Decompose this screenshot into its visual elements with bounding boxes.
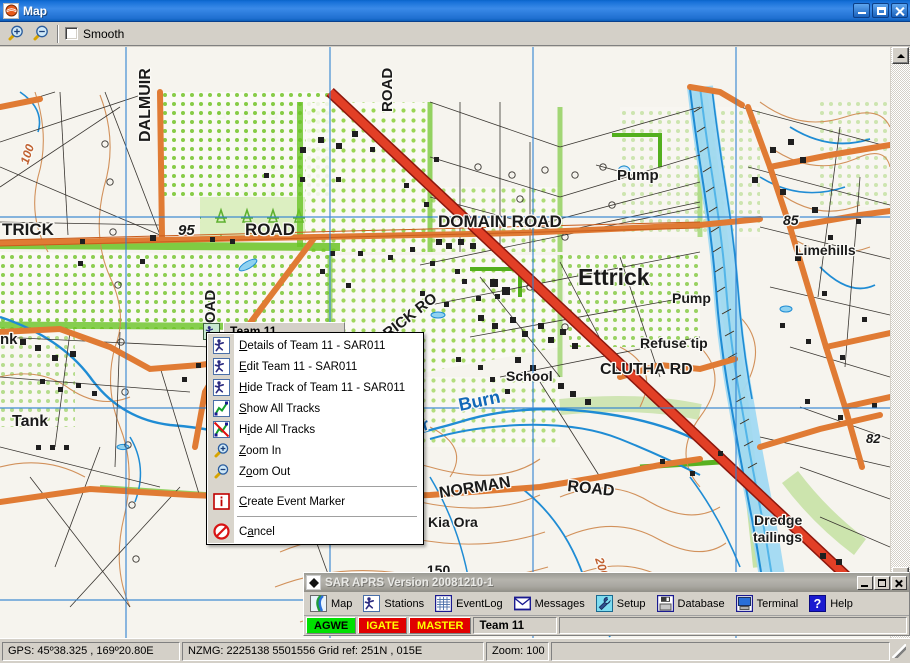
messages-icon — [513, 595, 532, 612]
magnifier-minus-icon[interactable] — [29, 23, 51, 44]
smooth-label: Smooth — [83, 26, 125, 41]
aprs-toolbar-label: Stations — [384, 597, 425, 610]
toolbar-separator — [57, 24, 59, 43]
info-icon — [209, 492, 233, 511]
aprs-status-row: AGWE IGATE MASTER Team 11 — [304, 616, 909, 635]
aprs-toolbar-database[interactable]: Database — [656, 594, 725, 613]
status-spare — [551, 641, 890, 661]
aprs-toolbar-eventlog[interactable]: EventLog — [434, 594, 503, 613]
menu-item[interactable]: Hide Track of Team 11 - SAR011 — [207, 377, 423, 398]
status-nzmg: NZMG: 2225138 5501556 Grid ref: 251N , 0… — [182, 641, 484, 661]
menu-separator — [207, 512, 423, 521]
smooth-checkbox-wrap[interactable]: Smooth — [65, 27, 124, 41]
resize-grip-icon[interactable] — [892, 644, 906, 658]
help-icon: ? — [809, 595, 827, 612]
menu-item[interactable]: Hide All Tracks — [207, 419, 423, 440]
aprs-toolbar-label: Terminal — [756, 597, 799, 610]
status-badge-igate[interactable]: IGATE — [358, 617, 408, 634]
menu-item-label: Zoom Out — [239, 465, 291, 478]
runner-icon — [209, 378, 233, 397]
menu-item[interactable]: Zoom Out — [207, 461, 423, 482]
aprs-toolbar-setup[interactable]: Setup — [595, 595, 646, 612]
aprs-toolbar-label: Messages — [534, 597, 585, 610]
runner-icon — [209, 357, 233, 376]
map-toolbar: Smooth — [0, 22, 910, 46]
magnifier-plus-icon[interactable] — [4, 23, 26, 44]
menu-item-label: Cancel — [239, 525, 275, 538]
aprs-toolbar: Map Stations EventLog Messages Setup Dat… — [304, 592, 909, 616]
aprs-toolbar-label: Help — [830, 597, 853, 610]
status-message-field — [559, 617, 907, 634]
aprs-titlebar[interactable]: SAR APRS Version 20081210-1 — [304, 573, 909, 592]
map-window-buttons — [853, 3, 908, 18]
maximize-icon[interactable] — [874, 575, 890, 590]
maximize-icon[interactable] — [872, 3, 889, 18]
runner-icon — [209, 336, 233, 355]
eventlog-icon — [434, 594, 453, 613]
status-badge-agwe[interactable]: AGWE — [306, 617, 357, 634]
menu-item-label: Show All Tracks — [239, 402, 321, 415]
aprs-toolbar-label: Database — [677, 597, 725, 610]
menu-item[interactable]: Show All Tracks — [207, 398, 423, 419]
menu-item[interactable]: Create Event Marker — [207, 491, 423, 512]
scroll-up-arrow-icon[interactable] — [892, 47, 909, 64]
terminal-icon — [735, 594, 753, 613]
map-context-menu[interactable]: Details of Team 11 - SAR011 Edit Team 11… — [206, 332, 424, 545]
aprs-toolbar-help[interactable]: ? Help — [809, 595, 853, 612]
aprs-toolbar-label: EventLog — [456, 597, 503, 610]
smooth-checkbox[interactable] — [65, 27, 78, 40]
menu-item[interactable]: Zoom In — [207, 440, 423, 461]
magnifier-minus-icon — [209, 462, 233, 481]
status-gps: GPS: 45º38.325 , 169º20.80E — [2, 641, 180, 661]
map-window-title: Map — [23, 3, 47, 18]
topographic-map[interactable] — [0, 47, 890, 638]
menu-item[interactable]: Cancel — [207, 521, 423, 542]
context-menu-items: Details of Team 11 - SAR011 Edit Team 11… — [207, 335, 423, 542]
hide-tracks-icon — [209, 420, 233, 439]
menu-item[interactable]: Edit Team 11 - SAR011 — [207, 356, 423, 377]
aprs-toolbar-stations[interactable]: Stations — [363, 595, 424, 612]
aprs-window-title: SAR APRS Version 20081210-1 — [325, 576, 494, 589]
cancel-icon — [209, 522, 233, 541]
aprs-toolbar-terminal[interactable]: Terminal — [735, 594, 799, 613]
setup-icon — [595, 595, 613, 612]
status-zoom: Zoom: 100 — [486, 641, 549, 661]
aprs-app-icon — [306, 575, 321, 590]
aprs-toolbar-messages[interactable]: Messages — [513, 595, 585, 612]
aprs-toolbar-map[interactable]: Map — [310, 594, 353, 612]
status-badge-master[interactable]: MASTER — [409, 617, 472, 634]
magnifier-plus-icon — [209, 441, 233, 460]
map-vertical-scrollbar[interactable] — [890, 47, 910, 638]
menu-item[interactable]: Details of Team 11 - SAR011 — [207, 335, 423, 356]
menu-item-label: Hide All Tracks — [239, 423, 316, 436]
map-app-icon — [3, 2, 19, 19]
menu-item-label: Hide Track of Team 11 - SAR011 — [239, 381, 406, 394]
show-tracks-icon — [209, 399, 233, 418]
map-viewport[interactable]: DALMUIR TRICK 95 ROAD ROAD DOMAIN ROAD Pump 85 L… — [0, 47, 890, 638]
menu-item-label: Details of Team 11 - SAR011 — [239, 339, 386, 352]
map-icon — [310, 594, 327, 612]
menu-item-label: Edit Team 11 - SAR011 — [239, 360, 358, 373]
svg-text:?: ? — [814, 597, 822, 611]
menu-item-label: Create Event Marker — [239, 495, 346, 508]
stations-icon — [363, 595, 381, 612]
database-icon — [656, 594, 674, 613]
close-icon[interactable] — [891, 3, 908, 18]
aprs-toolbar-label: Map — [331, 597, 353, 610]
selected-team-field[interactable]: Team 11 — [473, 617, 558, 634]
sar-aprs-window[interactable]: SAR APRS Version 20081210-1 Map Stations… — [303, 572, 910, 636]
menu-item-label: Zoom In — [239, 444, 282, 457]
aprs-toolbar-label: Setup — [616, 597, 646, 610]
map-titlebar[interactable]: Map — [0, 0, 910, 22]
close-icon[interactable] — [891, 575, 907, 590]
map-window: Map Smooth DALMUIR TRICK 95 ROAD ROAD DO… — [0, 0, 910, 663]
minimize-icon[interactable] — [853, 3, 870, 18]
menu-separator — [207, 482, 423, 491]
map-statusbar: GPS: 45º38.325 , 169º20.80E NZMG: 222513… — [0, 638, 910, 663]
minimize-icon[interactable] — [857, 575, 873, 590]
